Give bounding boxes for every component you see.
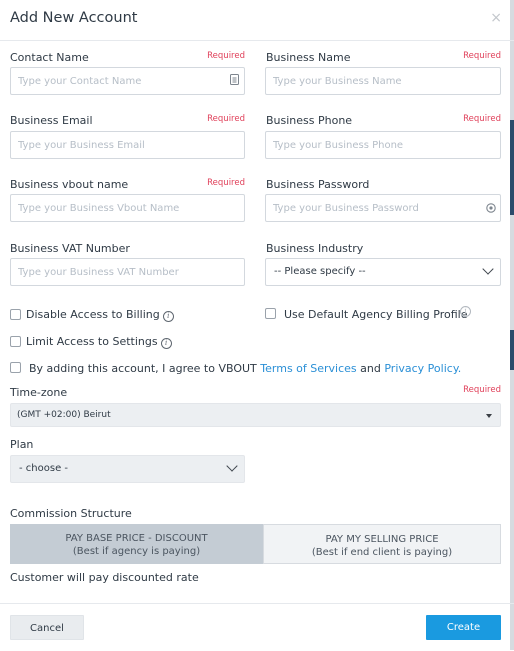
business-email-input[interactable]: [10, 131, 245, 159]
background-accent: [510, 330, 514, 370]
agree-suffix-text: .: [457, 362, 462, 375]
timezone-label: Time-zone: [10, 386, 68, 399]
commission-note: Customer will pay discounted rate: [10, 571, 199, 584]
disable-billing-text: Disable Access to Billing: [26, 308, 160, 321]
plan-select[interactable]: - choose -: [10, 455, 245, 483]
default-billing-profile-text: Use Default Agency Billing Profile: [284, 308, 468, 321]
commission-option-selling-title: PAY MY SELLING PRICE: [325, 534, 439, 545]
default-billing-profile-label: Use Default Agency Billing Profile: [284, 308, 467, 321]
business-name-input[interactable]: [265, 67, 501, 95]
info-icon[interactable]: i: [460, 306, 471, 317]
default-billing-profile-checkbox[interactable]: [265, 308, 276, 319]
privacy-policy-link[interactable]: Privacy Policy: [384, 362, 457, 375]
close-icon[interactable]: ×: [490, 10, 502, 26]
required-indicator: Required: [463, 51, 501, 61]
agree-terms-checkbox[interactable]: [10, 362, 21, 373]
vbout-name-label: Business vbout name: [10, 178, 129, 191]
business-password-input[interactable]: [265, 194, 501, 222]
business-phone-label: Business Phone: [266, 114, 353, 127]
background-accent: [510, 120, 514, 215]
commission-option-discount[interactable]: PAY BASE PRICE - DISCOUNT (Best if agenc…: [10, 524, 263, 564]
chevron-down-icon: [226, 460, 238, 472]
timezone-select[interactable]: (GMT +02:00) Beirut: [10, 403, 501, 427]
contact-name-input[interactable]: [10, 67, 245, 95]
commission-option-selling-sub: (Best if end client is paying): [311, 547, 453, 558]
plan-value: - choose -: [19, 463, 69, 474]
plan-label: Plan: [10, 438, 34, 451]
limit-settings-label: Limit Access to Settings i: [26, 335, 172, 349]
required-indicator: Required: [207, 178, 245, 188]
commission-option-selling[interactable]: PAY MY SELLING PRICE (Best if end client…: [263, 524, 501, 564]
contact-card-icon: [230, 74, 239, 88]
eye-icon[interactable]: [486, 203, 496, 216]
vat-number-label: Business VAT Number: [10, 242, 130, 255]
disable-billing-checkbox[interactable]: [10, 309, 21, 320]
info-icon[interactable]: i: [160, 338, 172, 349]
business-industry-label: Business Industry: [266, 242, 364, 255]
cancel-button[interactable]: Cancel: [10, 615, 84, 640]
business-name-label: Business Name: [266, 51, 351, 64]
dialog-header: Add New Account ×: [0, 0, 514, 41]
business-industry-value: -- Please specify --: [274, 266, 366, 277]
dialog-title: Add New Account: [10, 10, 138, 26]
required-indicator: Required: [207, 51, 245, 61]
vat-number-input[interactable]: [10, 258, 245, 286]
limit-settings-text: Limit Access to Settings: [26, 335, 158, 348]
limit-settings-checkbox[interactable]: [10, 336, 21, 347]
business-password-label: Business Password: [266, 178, 370, 191]
agree-and-text: and: [360, 362, 381, 375]
required-indicator: Required: [463, 114, 501, 124]
required-indicator: Required: [207, 114, 245, 124]
agree-prefix-text: By adding this account, I agree to VBOUT: [29, 362, 257, 375]
business-phone-input[interactable]: [265, 131, 501, 159]
terms-of-service-link[interactable]: Terms of Services: [260, 362, 356, 375]
caret-down-icon: [486, 414, 492, 418]
chevron-down-icon: [482, 263, 494, 275]
info-icon[interactable]: i: [162, 311, 174, 322]
business-industry-select[interactable]: -- Please specify --: [265, 258, 501, 286]
commission-label: Commission Structure: [10, 507, 132, 520]
vbout-name-input[interactable]: [10, 194, 245, 222]
right-edge-bar: [510, 0, 514, 650]
contact-name-label: Contact Name: [10, 51, 89, 64]
commission-option-discount-title: PAY BASE PRICE - DISCOUNT: [65, 533, 208, 544]
timezone-value: (GMT +02:00) Beirut: [17, 410, 111, 420]
create-button[interactable]: Create: [426, 615, 501, 640]
disable-billing-label: Disable Access to Billing i: [26, 308, 174, 322]
required-indicator: Required: [463, 385, 501, 395]
commission-option-discount-sub: (Best if agency is paying): [72, 546, 201, 557]
business-email-label: Business Email: [10, 114, 93, 127]
agree-terms-label: By adding this account, I agree to VBOUT…: [29, 362, 461, 375]
